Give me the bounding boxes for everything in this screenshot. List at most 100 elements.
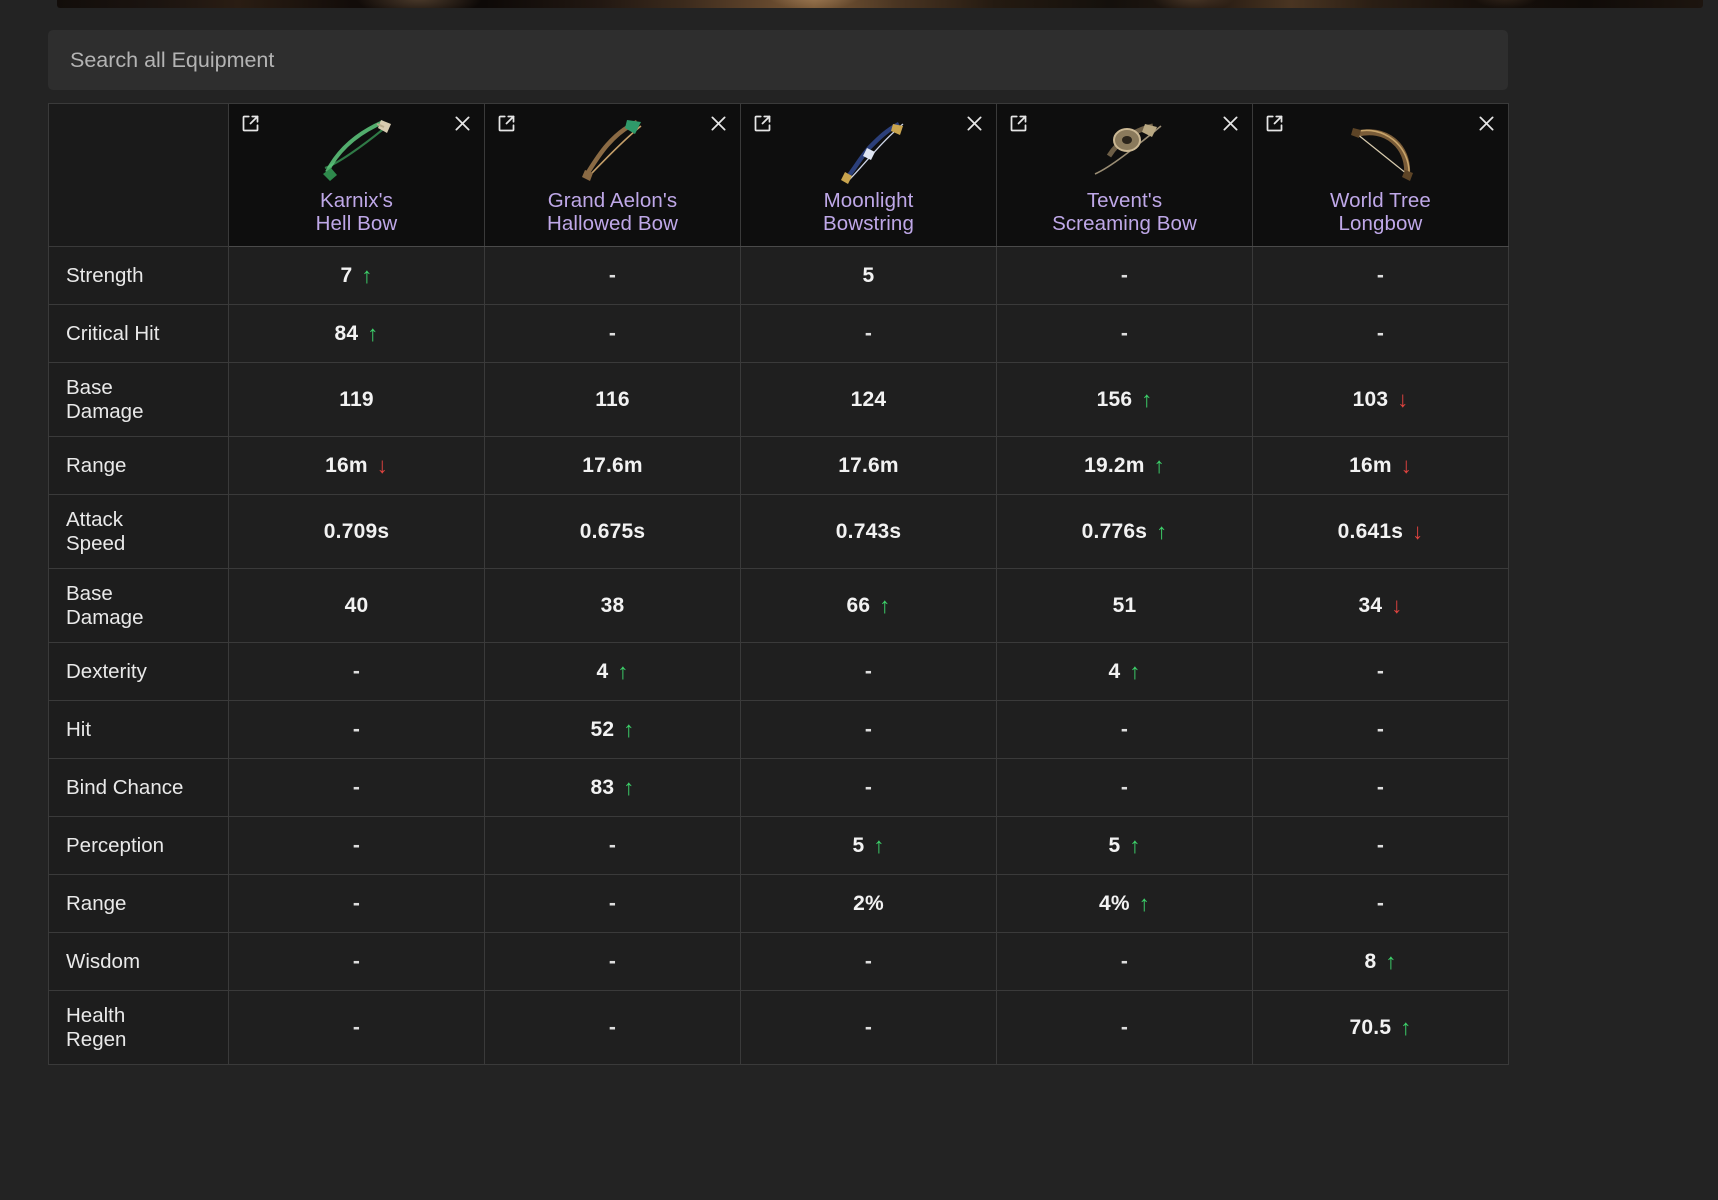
table-row: Hit - 52 ↑ - - - <box>48 700 1509 759</box>
stat-cell: 52 ↑ <box>484 700 741 759</box>
table-row: Base Damage 40 38 66 ↑ 51 34 ↓ <box>48 568 1509 643</box>
close-icon[interactable] <box>708 113 729 134</box>
item-name[interactable]: Tevent's Screaming Bow <box>1052 189 1197 235</box>
table-row: Base Damage 119 116 124 156 ↑ 103 ↓ <box>48 362 1509 437</box>
stat-value: 2% <box>853 891 884 915</box>
item-header-content: Tevent's Screaming Bow <box>997 104 1252 246</box>
stat-value-wrapper: 5 ↑ <box>1108 834 1140 858</box>
stat-value: - <box>1376 659 1385 683</box>
stat-value-wrapper: 0.743s <box>836 520 901 544</box>
stat-cell: - <box>228 758 485 817</box>
external-link-icon[interactable] <box>1264 113 1285 134</box>
stat-value: 8 <box>1364 949 1377 973</box>
item-name[interactable]: Moonlight Bowstring <box>823 189 914 235</box>
stat-cell: - <box>228 874 485 933</box>
arrow-up-icon: ↑ <box>1141 386 1153 412</box>
stat-value-wrapper: 19.2m ↑ <box>1084 454 1165 478</box>
close-icon[interactable] <box>1220 113 1241 134</box>
stat-value: 0.743s <box>835 519 902 543</box>
stat-value-wrapper: 83 ↑ <box>591 776 635 800</box>
stat-cell: - <box>1252 816 1509 875</box>
close-icon[interactable] <box>1476 113 1497 134</box>
table-row: Bind Chance - 83 ↑ - - - <box>48 758 1509 817</box>
stat-value: - <box>1120 949 1129 973</box>
stat-value: - <box>608 1015 617 1039</box>
stat-cell: - <box>740 758 997 817</box>
close-icon[interactable] <box>964 113 985 134</box>
stat-label: Range <box>48 874 229 933</box>
stat-cell: - <box>1252 642 1509 701</box>
stat-value-wrapper: 4 ↑ <box>596 660 628 684</box>
stat-cell: - <box>1252 700 1509 759</box>
stat-value: 52 <box>590 717 615 741</box>
stat-cell: - <box>1252 304 1509 363</box>
stat-value: - <box>1376 321 1385 345</box>
stat-cell: 4 ↑ <box>484 642 741 701</box>
hero-banner-image <box>57 0 1703 8</box>
stat-cell: - <box>740 990 997 1065</box>
stat-label: Strength <box>48 246 229 305</box>
stat-value: - <box>864 949 873 973</box>
external-link-icon[interactable] <box>752 113 773 134</box>
stat-value-wrapper: - <box>1121 1016 1128 1040</box>
moonlight-bowstring-thumbnail <box>823 112 915 184</box>
stat-cell: - <box>1252 874 1509 933</box>
stat-value-wrapper: 116 <box>595 388 629 412</box>
stat-value: - <box>1376 891 1385 915</box>
stat-value: 4% <box>1099 891 1130 915</box>
stat-value: - <box>608 321 617 345</box>
stat-value: - <box>352 833 361 857</box>
stat-cell: 16m ↓ <box>228 436 485 495</box>
arrow-up-icon: ↑ <box>1138 890 1150 916</box>
stat-value: 19.2m <box>1084 453 1145 477</box>
table-body: Strength 7 ↑ - 5 - - Critical Hit 84 ↑ -… <box>48 246 1509 1065</box>
stat-value: - <box>608 949 617 973</box>
stat-cell: - <box>228 816 485 875</box>
stat-value-wrapper: - <box>353 950 360 974</box>
stat-value-wrapper: - <box>865 322 872 346</box>
search-input[interactable] <box>48 30 1508 90</box>
item-name[interactable]: Grand Aelon's Hallowed Bow <box>547 189 678 235</box>
stat-cell: - <box>996 304 1253 363</box>
stat-cell: 4% ↑ <box>996 874 1253 933</box>
stat-value-wrapper: - <box>1377 264 1384 288</box>
stat-cell: - <box>740 700 997 759</box>
item-name[interactable]: Karnix's Hell Bow <box>316 189 398 235</box>
stat-value-wrapper: - <box>865 1016 872 1040</box>
stat-cell: 83 ↑ <box>484 758 741 817</box>
external-link-icon[interactable] <box>240 113 261 134</box>
table-row: Health Regen - - - - 70.5 ↑ <box>48 990 1509 1065</box>
item-name[interactable]: World Tree Longbow <box>1330 189 1431 235</box>
stat-value: 0.675s <box>579 519 646 543</box>
stat-cell: 40 <box>228 568 485 643</box>
search-bar <box>48 30 1508 90</box>
stat-value-wrapper: 51 <box>1113 594 1137 618</box>
stat-value-wrapper: - <box>865 950 872 974</box>
stat-value-wrapper: 156 ↑ <box>1097 388 1153 412</box>
stat-value: 0.641s <box>1337 519 1404 543</box>
stat-value: - <box>608 833 617 857</box>
stat-cell: - <box>484 304 741 363</box>
stat-cell: 70.5 ↑ <box>1252 990 1509 1065</box>
stat-value-wrapper: - <box>1377 718 1384 742</box>
table-row: Critical Hit 84 ↑ - - - - <box>48 304 1509 363</box>
stat-value: - <box>864 659 873 683</box>
karnixs-hell-bow-thumbnail <box>311 112 403 184</box>
stat-value: - <box>1120 775 1129 799</box>
stat-value-wrapper: 103 ↓ <box>1353 388 1409 412</box>
arrow-up-icon: ↑ <box>361 262 373 288</box>
stat-label: Perception <box>48 816 229 875</box>
external-link-icon[interactable] <box>496 113 517 134</box>
stat-value-wrapper: 0.709s <box>324 520 389 544</box>
stat-value-wrapper: - <box>1377 834 1384 858</box>
external-link-icon[interactable] <box>1008 113 1029 134</box>
arrow-up-icon: ↑ <box>1129 658 1141 684</box>
stat-cell: 51 <box>996 568 1253 643</box>
stat-value: - <box>1376 717 1385 741</box>
stat-value-wrapper: - <box>1121 950 1128 974</box>
close-icon[interactable] <box>452 113 473 134</box>
stat-cell: 38 <box>484 568 741 643</box>
item-column-header: Moonlight Bowstring <box>740 103 997 247</box>
stat-value: - <box>352 659 361 683</box>
stat-value-wrapper: 70.5 ↑ <box>1350 1016 1412 1040</box>
